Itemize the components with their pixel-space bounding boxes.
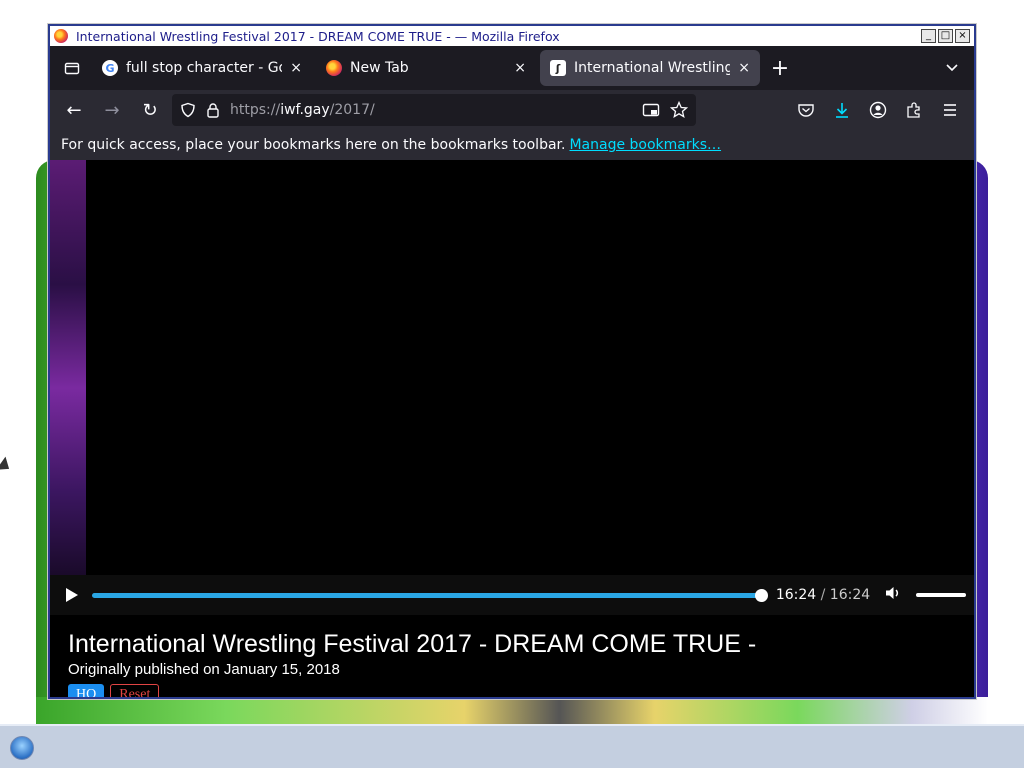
firefox-view-button[interactable] xyxy=(56,52,88,84)
url-bar[interactable]: https://iwf.gay/2017/ xyxy=(172,94,696,126)
manage-bookmarks-link[interactable]: Manage bookmarks… xyxy=(569,137,721,153)
volume-icon[interactable] xyxy=(884,585,902,605)
toolbar-right xyxy=(790,94,966,126)
tab-international-wrestling[interactable]: ʃ International Wrestling F × xyxy=(540,50,760,86)
site-icon: ʃ xyxy=(550,60,566,76)
window-titlebar[interactable]: International Wrestling Festival 2017 - … xyxy=(50,26,974,46)
puzzle-icon xyxy=(907,102,920,118)
tab-google-search[interactable]: G full stop character - Goo × xyxy=(92,50,312,86)
url-text[interactable]: https://iwf.gay/2017/ xyxy=(230,102,375,118)
close-button[interactable]: × xyxy=(955,29,970,43)
start-menu-icon[interactable] xyxy=(10,736,34,760)
extensions-button[interactable] xyxy=(898,94,930,126)
published-date: Originally published on January 15, 2018 xyxy=(68,661,340,678)
download-icon xyxy=(836,103,848,118)
current-time: 16:24 xyxy=(775,587,817,603)
hq-button[interactable]: HQ xyxy=(68,684,105,697)
chevron-down-icon xyxy=(946,64,958,72)
mouse-pointer-icon xyxy=(0,456,14,476)
back-button[interactable]: ← xyxy=(58,94,90,126)
firefox-window: International Wrestling Festival 2017 - … xyxy=(48,24,976,699)
pocket-icon xyxy=(798,104,814,117)
video-side-art xyxy=(50,160,86,575)
bookmarks-toolbar: For quick access, place your bookmarks h… xyxy=(50,130,974,160)
page-content: 16:24 / 16:24 International Wrestling Fe… xyxy=(50,160,974,697)
bookmarks-hint: For quick access, place your bookmarks h… xyxy=(61,137,566,153)
firefox-view-icon xyxy=(64,62,80,75)
reload-button[interactable]: ↻ xyxy=(134,94,166,126)
video-info: International Wrestling Festival 2017 - … xyxy=(68,630,757,697)
picture-in-picture-icon[interactable] xyxy=(642,102,660,118)
progress-bar[interactable] xyxy=(92,588,768,602)
menu-button[interactable] xyxy=(934,94,966,126)
firefox-icon xyxy=(326,60,342,76)
reset-button[interactable]: Reset xyxy=(110,684,160,697)
account-icon xyxy=(869,101,887,119)
video-player[interactable] xyxy=(86,160,974,575)
play-icon[interactable] xyxy=(66,588,78,602)
tab-close-icon[interactable]: × xyxy=(290,60,302,76)
shield-icon[interactable] xyxy=(180,102,196,118)
total-time: 16:24 xyxy=(829,587,871,603)
tab-label: New Tab xyxy=(350,60,409,76)
bookmark-star-icon[interactable] xyxy=(670,101,688,119)
pocket-button[interactable] xyxy=(790,94,822,126)
tab-bar: G full stop character - Goo × New Tab × … xyxy=(50,46,974,90)
time-display: 16:24 / 16:24 xyxy=(775,587,871,603)
progress-knob[interactable] xyxy=(754,588,768,602)
tab-new-tab[interactable]: New Tab × xyxy=(316,50,536,86)
tab-label: International Wrestling F xyxy=(574,60,731,76)
taskbar xyxy=(0,724,1024,768)
volume-slider[interactable] xyxy=(916,593,966,597)
google-icon: G xyxy=(102,60,118,76)
account-button[interactable] xyxy=(862,94,894,126)
tab-close-icon[interactable]: × xyxy=(738,60,750,76)
window-title: International Wrestling Festival 2017 - … xyxy=(76,28,560,44)
tab-close-icon[interactable]: × xyxy=(514,60,526,76)
forward-button[interactable]: → xyxy=(96,94,128,126)
video-controls: 16:24 / 16:24 xyxy=(50,575,974,615)
window-controls: _ □ × xyxy=(921,29,970,43)
quality-buttons: HQ Reset xyxy=(68,684,756,697)
tab-label: full stop character - Goo xyxy=(126,60,283,76)
minimize-button[interactable]: _ xyxy=(921,29,936,43)
hamburger-menu-icon xyxy=(944,104,956,116)
video-title: International Wrestling Festival 2017 - … xyxy=(68,630,757,658)
list-all-tabs-button[interactable] xyxy=(936,52,968,84)
desktop-wallpaper-bottom xyxy=(36,697,988,725)
navigation-toolbar: ← → ↻ https://iwf.gay/2017/ xyxy=(50,90,974,130)
lock-icon[interactable] xyxy=(206,102,220,118)
firefox-icon xyxy=(54,29,68,43)
new-tab-button[interactable]: + xyxy=(764,52,796,84)
downloads-button[interactable] xyxy=(826,94,858,126)
maximize-button[interactable]: □ xyxy=(938,29,953,43)
